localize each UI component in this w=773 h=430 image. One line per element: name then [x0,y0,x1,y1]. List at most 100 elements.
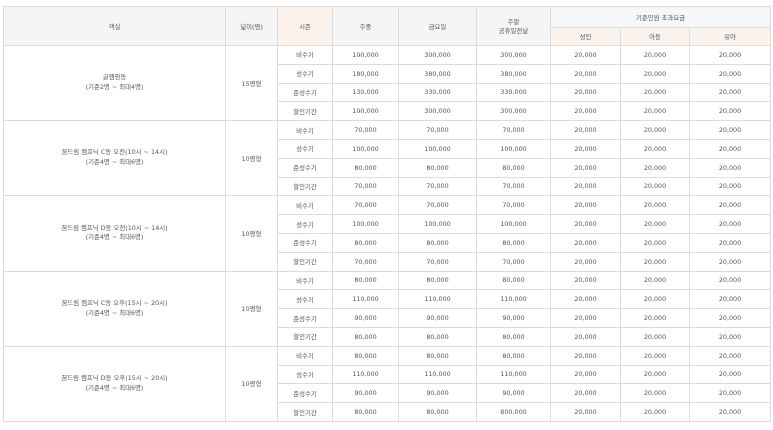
weekend-price-cell: 80,000 [476,326,551,347]
infant-price-cell: 20,000 [688,176,772,197]
adult-price-cell: 20,000 [550,45,621,65]
season-cell: 준성수기 [277,232,333,253]
header-room: 객실 [3,6,226,46]
adult-price-cell: 20,000 [550,101,621,122]
child-price-cell: 20,000 [620,251,690,272]
infant-price-cell: 20,000 [688,308,772,328]
adult-price-cell: 20,000 [550,326,621,347]
season-cell: 할인기간 [277,176,333,197]
pricing-table-container: 객실 넓이(평) 시즌 주중 금요일 주말 공휴일전날 기준인원 초과요금 성인… [0,0,773,430]
room-size-cell: 15평형 [225,44,278,122]
table-row: 꿈드림 캠프닉 D동 오전(10시 ~ 14시) (기준4명 ~ 최대6명) 10평… [3,195,772,272]
friday-price-cell: 70,000 [398,195,477,216]
child-price-cell: 20,000 [620,383,690,404]
weekend-price-cell: 80,000 [476,345,551,366]
room-capacity: (기준4명 ~ 최대6명) [85,308,144,317]
room-capacity: (기준2명 ~ 최대4명) [85,83,144,92]
season-cell: 성수기 [277,364,333,385]
weekday-price-cell: 110,000 [332,289,399,310]
room-name: 글램핑동 [102,73,127,82]
room-size-cell: 10평형 [225,345,278,422]
room-size-cell: 10평형 [225,195,278,272]
friday-price-cell: 300,000 [398,101,477,122]
season-cell: 준성수기 [277,157,333,178]
infant-price-cell: 20,000 [688,289,772,310]
friday-price-cell: 100,000 [398,138,477,159]
weekday-price-cell: 70,000 [332,195,399,216]
adult-price-cell: 20,000 [550,402,621,422]
adult-price-cell: 20,000 [550,157,621,178]
season-cell: 성수기 [277,63,333,84]
friday-price-cell: 110,000 [398,289,477,310]
friday-price-cell: 100,000 [398,214,477,234]
season-cell: 비수기 [277,270,333,291]
adult-price-cell: 20,000 [550,138,621,159]
adult-price-cell: 20,000 [550,270,621,291]
adult-price-cell: 20,000 [550,251,621,272]
header-extra-charge: 기준인원 초과요금 [549,6,772,28]
weekday-price-cell: 90,000 [332,383,399,404]
room-capacity: (기준4명 ~ 최대6명) [85,383,144,392]
friday-price-cell: 70,000 [398,120,477,140]
child-price-cell: 20,000 [620,364,690,385]
weekend-price-cell: 80,000 [476,157,551,178]
weekday-price-cell: 100,000 [332,138,399,159]
child-price-cell: 20,000 [620,214,690,234]
header-weekend-line2: 공휴일전날 [498,27,529,35]
season-cell: 할인기간 [277,402,333,422]
child-price-cell: 20,000 [620,45,690,65]
child-price-cell: 20,000 [620,82,690,103]
weekday-price-cell: 110,000 [332,364,399,385]
friday-price-cell: 80,000 [398,232,477,253]
friday-price-cell: 70,000 [398,251,477,272]
weekday-price-cell: 70,000 [332,176,399,197]
adult-price-cell: 20,000 [550,176,621,197]
weekday-price-cell: 80,000 [332,157,399,178]
child-price-cell: 20,000 [620,101,690,122]
header-size: 넓이(평) [225,6,278,46]
room-size-cell: 10평형 [225,270,278,347]
room-name: 꿈드림 캠프닉 D동 오전(10시 ~ 14시) [61,223,168,232]
friday-price-cell: 80,000 [398,402,477,422]
room-name-cell: 꿈드림 캠프닉 C동 오후(15시 ~ 20시) (기준4명 ~ 최대6명) [3,270,226,347]
season-cell: 준성수기 [277,82,333,103]
header-child: 아동 [620,27,690,46]
infant-price-cell: 20,000 [688,383,772,404]
infant-price-cell: 20,000 [688,232,772,253]
adult-price-cell: 20,000 [550,63,621,84]
adult-price-cell: 20,000 [550,308,621,328]
child-price-cell: 20,000 [620,402,690,422]
weekend-price-cell: 110,000 [476,289,551,310]
friday-price-cell: 380,000 [398,63,477,84]
adult-price-cell: 20,000 [550,364,621,385]
room-name-cell: 꿈드림 캠프닉 C동 오전(10시 ~ 14시) (기준4명 ~ 최대6명) [3,120,226,197]
room-capacity: (기준4명 ~ 최대6명) [85,233,144,242]
infant-price-cell: 20,000 [688,120,772,140]
weekend-price-cell: 70,000 [476,251,551,272]
weekend-price-cell: 380,000 [476,63,551,84]
table-row: 글램핑동 (기준2명 ~ 최대4명) 15평형 비수기 100,000 300,000 30… [3,44,772,122]
weekend-price-cell: 300,000 [476,45,551,65]
table-row: 꿈드림 캠프닉 D동 오후(15시 ~ 20시) (기준4명 ~ 최대6명) 10평… [3,345,772,422]
weekend-price-cell: 800,000 [476,402,551,422]
weekday-price-cell: 80,000 [332,402,399,422]
weekday-price-cell: 100,000 [332,45,399,65]
weekend-price-cell: 90,000 [476,383,551,404]
header-weekday: 주중 [332,6,399,46]
header-season: 시즌 [277,6,333,46]
header-adult: 성인 [550,27,621,46]
weekend-price-cell: 100,000 [476,214,551,234]
room-size-cell: 10평형 [225,120,278,197]
header-weekend: 주말 공휴일전날 [476,6,551,46]
weekend-price-cell: 80,000 [476,270,551,291]
child-price-cell: 20,000 [620,138,690,159]
child-price-cell: 20,000 [620,289,690,310]
friday-price-cell: 300,000 [398,45,477,65]
infant-price-cell: 20,000 [688,157,772,178]
weekend-price-cell: 90,000 [476,308,551,328]
infant-price-cell: 20,000 [688,270,772,291]
table-row: 꿈드림 캠프닉 C동 오전(10시 ~ 14시) (기준4명 ~ 최대6명) 10평… [3,120,772,197]
weekday-price-cell: 100,000 [332,214,399,234]
weekday-price-cell: 100,000 [332,101,399,122]
room-name-cell: 꿈드림 캠프닉 D동 오전(10시 ~ 14시) (기준4명 ~ 최대6명) [3,195,226,272]
